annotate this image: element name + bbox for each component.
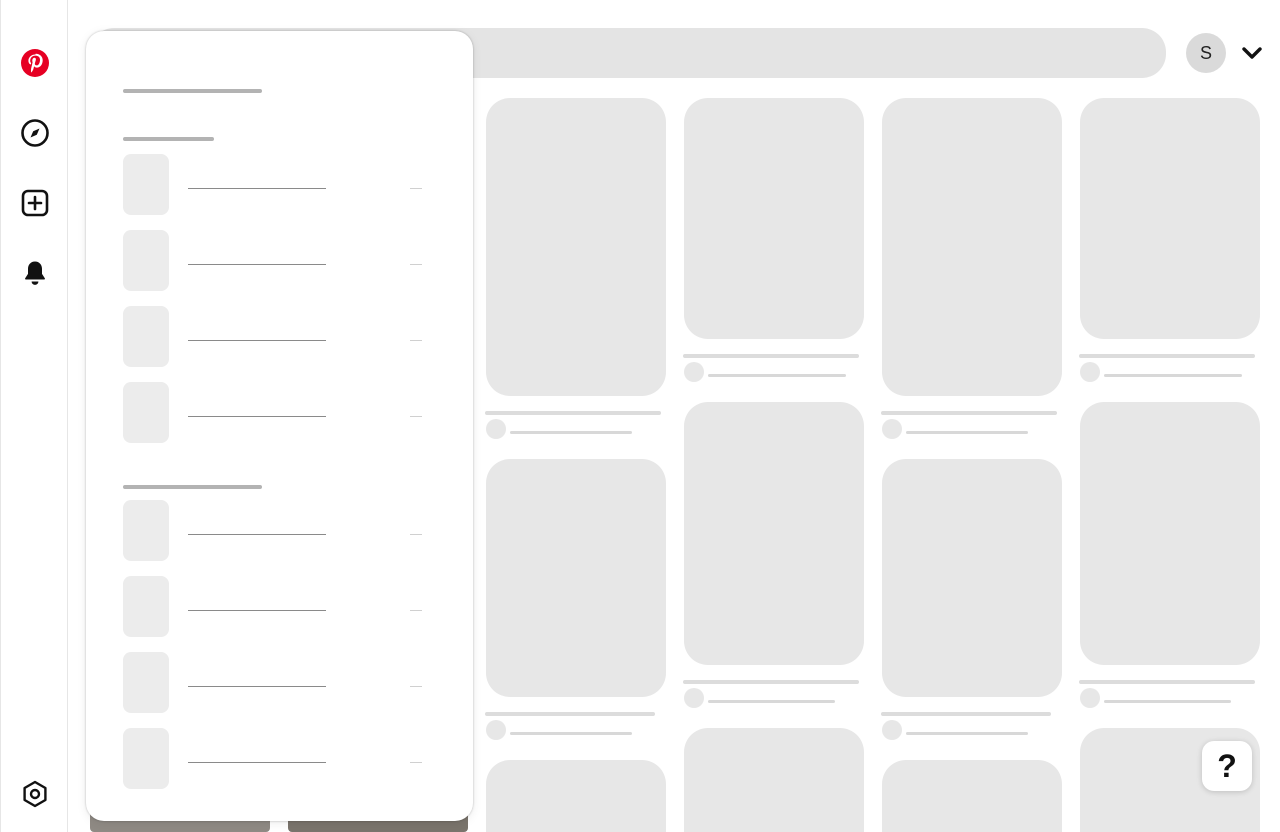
item-meta-placeholder — [410, 762, 422, 763]
pin-title-placeholder — [1079, 354, 1255, 358]
account-dropdown-panel — [86, 31, 473, 821]
item-meta-placeholder — [410, 340, 422, 341]
pinterest-logo-button[interactable] — [15, 43, 55, 83]
pin-placeholder — [1080, 402, 1260, 665]
chevron-down-icon — [1242, 47, 1262, 59]
item-label-placeholder — [188, 610, 326, 611]
dropdown-item-placeholder[interactable] — [123, 230, 433, 291]
help-button[interactable]: ? — [1202, 741, 1252, 791]
pin-placeholder — [684, 402, 864, 665]
pin-avatar-placeholder — [486, 419, 506, 439]
pin-title-placeholder — [683, 354, 859, 358]
pin-author-placeholder — [510, 431, 632, 434]
pinterest-logo-icon — [21, 49, 49, 77]
panel-title-placeholder — [123, 89, 262, 93]
pin-avatar-placeholder — [882, 720, 902, 740]
item-thumbnail-placeholder — [123, 728, 169, 789]
item-meta-placeholder — [410, 416, 422, 417]
pin-placeholder — [486, 459, 666, 697]
pin-placeholder — [684, 98, 864, 339]
pin-author-placeholder — [906, 431, 1028, 434]
item-meta-placeholder — [410, 686, 422, 687]
pin-author-placeholder — [906, 732, 1028, 735]
profile-avatar[interactable]: S — [1186, 33, 1226, 73]
dropdown-item-placeholder[interactable] — [123, 382, 433, 443]
item-meta-placeholder — [410, 188, 422, 189]
dropdown-item-placeholder[interactable] — [123, 728, 433, 789]
pin-avatar-placeholder — [684, 688, 704, 708]
item-thumbnail-placeholder — [123, 652, 169, 713]
pin-avatar-placeholder — [1080, 688, 1100, 708]
pin-title-placeholder — [1079, 680, 1255, 684]
pin-placeholder — [1080, 98, 1260, 339]
settings-button[interactable] — [15, 774, 55, 814]
pin-author-placeholder — [708, 374, 846, 377]
item-label-placeholder — [188, 762, 326, 763]
item-thumbnail-placeholder — [123, 306, 169, 367]
item-thumbnail-placeholder — [123, 382, 169, 443]
notifications-button[interactable] — [15, 253, 55, 293]
item-thumbnail-placeholder — [123, 576, 169, 637]
pin-placeholder — [486, 760, 666, 832]
dropdown-item-placeholder[interactable] — [123, 652, 433, 713]
left-nav-rail — [0, 0, 68, 832]
dropdown-item-placeholder[interactable] — [123, 306, 433, 367]
item-thumbnail-placeholder — [123, 500, 169, 561]
section-heading-placeholder — [123, 137, 214, 141]
item-meta-placeholder — [410, 610, 422, 611]
pin-avatar-placeholder — [684, 362, 704, 382]
section-heading-placeholder — [123, 485, 262, 489]
explore-button[interactable] — [15, 113, 55, 153]
avatar-initial: S — [1199, 42, 1212, 63]
dropdown-item-placeholder[interactable] — [123, 500, 433, 561]
item-label-placeholder — [188, 686, 326, 687]
item-label-placeholder — [188, 188, 326, 189]
create-plus-icon — [21, 189, 49, 217]
item-label-placeholder — [188, 340, 326, 341]
item-thumbnail-placeholder — [123, 230, 169, 291]
explore-compass-icon — [21, 119, 49, 147]
pin-author-placeholder — [708, 700, 835, 703]
pin-title-placeholder — [683, 680, 859, 684]
item-label-placeholder — [188, 264, 326, 265]
item-label-placeholder — [188, 416, 326, 417]
pin-title-placeholder — [881, 411, 1057, 415]
notifications-bell-icon — [25, 261, 45, 285]
pin-title-placeholder — [485, 411, 661, 415]
settings-icon — [23, 780, 47, 808]
pin-placeholder — [882, 760, 1062, 832]
pin-placeholder — [882, 459, 1062, 697]
create-button[interactable] — [15, 183, 55, 223]
pin-avatar-placeholder — [882, 419, 902, 439]
pin-avatar-placeholder — [1080, 362, 1100, 382]
item-thumbnail-placeholder — [123, 154, 169, 215]
dropdown-item-placeholder[interactable] — [123, 576, 433, 637]
pin-placeholder — [486, 98, 666, 396]
pin-author-placeholder — [510, 732, 632, 735]
pin-author-placeholder — [1104, 374, 1242, 377]
pin-author-placeholder — [1104, 700, 1231, 703]
pin-avatar-placeholder — [486, 720, 506, 740]
pin-title-placeholder — [485, 712, 655, 716]
pin-title-placeholder — [881, 712, 1051, 716]
item-label-placeholder — [188, 534, 326, 535]
item-meta-placeholder — [410, 534, 422, 535]
pin-placeholder — [882, 98, 1062, 396]
dropdown-item-placeholder[interactable] — [123, 154, 433, 215]
pin-placeholder — [684, 728, 864, 832]
account-options-button[interactable] — [1238, 40, 1266, 66]
help-label: ? — [1217, 747, 1237, 784]
item-meta-placeholder — [410, 264, 422, 265]
